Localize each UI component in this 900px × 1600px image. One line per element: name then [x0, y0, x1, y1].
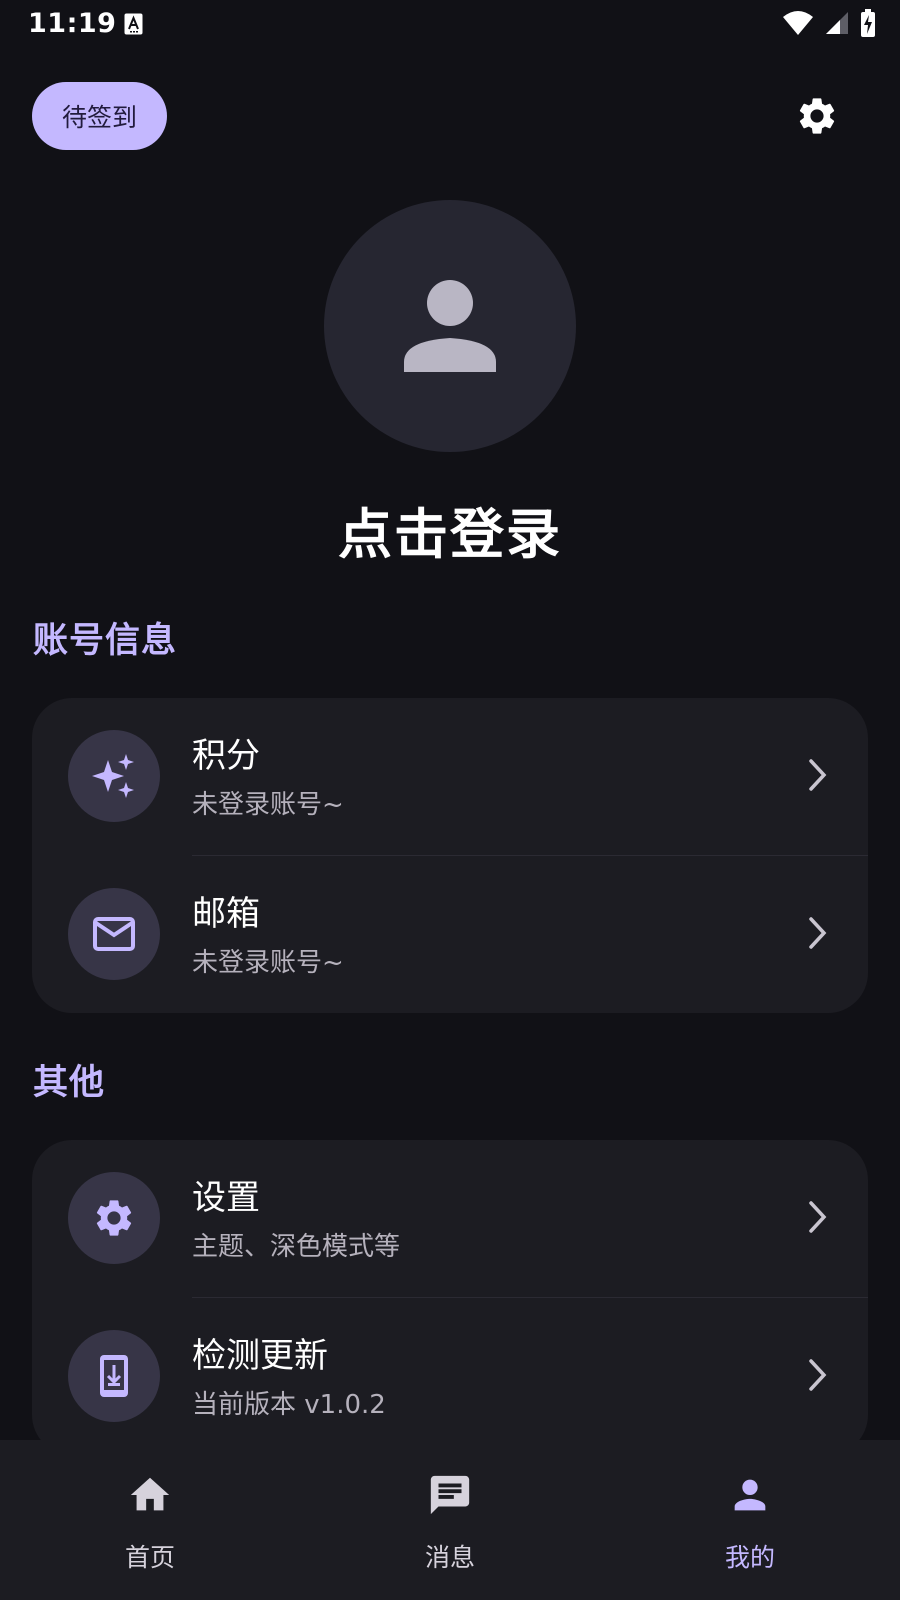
status-time: 11:19: [28, 8, 117, 39]
list-item-subtitle: 当前版本 v1.0.2: [192, 1390, 386, 1420]
bottom-navigation: 首页 消息 我的: [0, 1440, 900, 1600]
chevron-right-icon: [809, 1359, 827, 1391]
list-item-subtitle: 未登录账号~: [192, 948, 344, 978]
list-item-title: 设置: [192, 1178, 260, 1218]
chevron-right-icon: [809, 917, 827, 949]
wifi-icon: [783, 11, 813, 35]
battery-charging-icon: [861, 9, 875, 37]
sparkle-icon: [68, 730, 160, 822]
list-item-settings[interactable]: 设置 主题、深色模式等: [32, 1140, 868, 1297]
mail-icon: [68, 888, 160, 980]
settings-gear-icon[interactable]: [795, 94, 839, 138]
list-item-title: 积分: [192, 736, 260, 776]
message-icon: [430, 1475, 470, 1515]
home-icon: [130, 1477, 170, 1511]
phone-download-icon: [68, 1330, 160, 1422]
list-item-subtitle: 未登录账号~: [192, 790, 344, 820]
avatar[interactable]: [324, 200, 576, 452]
checkin-button[interactable]: 待签到: [32, 82, 167, 150]
status-icons: [782, 9, 876, 37]
list-item-email[interactable]: 邮箱 未登录账号~: [32, 856, 868, 1013]
gear-icon: [68, 1172, 160, 1264]
nav-label: 消息: [424, 1543, 475, 1572]
account-card: 积分 未登录账号~ 邮箱 未登录账号~: [32, 698, 868, 1013]
status-bar: 11:19: [0, 0, 900, 50]
nav-label: 首页: [124, 1543, 175, 1572]
nav-item-home[interactable]: 首页: [0, 1440, 300, 1600]
list-item-check-update[interactable]: 检测更新 当前版本 v1.0.2: [32, 1298, 868, 1455]
list-item-title: 邮箱: [192, 894, 260, 934]
login-prompt[interactable]: 点击登录: [0, 490, 900, 569]
section-title-other: 其他: [33, 1063, 106, 1103]
list-item-points[interactable]: 积分 未登录账号~: [32, 698, 868, 855]
nav-item-messages[interactable]: 消息: [300, 1440, 600, 1600]
person-icon: [734, 1479, 766, 1511]
list-item-subtitle: 主题、深色模式等: [192, 1232, 401, 1262]
other-card: 设置 主题、深色模式等 检测更新 当前版本 v1.0.2: [32, 1140, 868, 1455]
nav-item-profile[interactable]: 我的: [600, 1440, 900, 1600]
section-title-account: 账号信息: [33, 621, 178, 661]
accessibility-notification-icon: [124, 13, 143, 35]
chevron-right-icon: [809, 759, 827, 791]
person-placeholder-icon: [404, 280, 496, 372]
list-item-title: 检测更新: [192, 1336, 328, 1376]
cellular-signal-icon: [826, 12, 848, 34]
nav-label: 我的: [724, 1543, 775, 1572]
chevron-right-icon: [809, 1201, 827, 1233]
